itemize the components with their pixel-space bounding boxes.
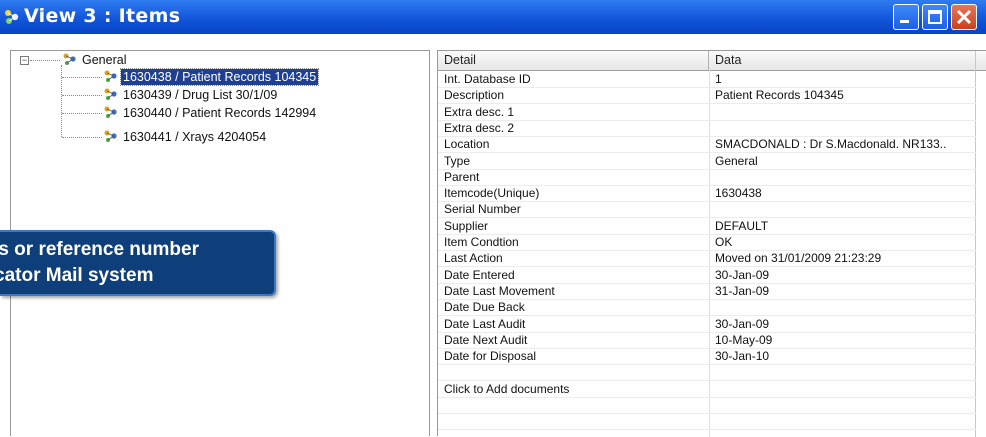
data-cell: 10-May-09 [715, 332, 773, 347]
detail-cell: Date Due Back [444, 300, 525, 315]
table-row[interactable]: Parent [438, 169, 976, 186]
annotation-callout: ts or reference number cator Mail system [0, 230, 276, 296]
item-node-icon [104, 70, 117, 82]
items-node-icon [5, 10, 19, 24]
tree-connector [30, 60, 60, 61]
data-cell: 1630438 [715, 186, 762, 201]
column-header-detail[interactable]: Detail [438, 51, 709, 70]
tree-item[interactable]: 1630438 / Patient Records 104345 [104, 68, 320, 86]
tree-connector [62, 137, 102, 138]
table-row[interactable]: Last Action Moved on 31/01/2009 21:23:29 [438, 250, 976, 268]
window-title: View 3 : Items [24, 5, 181, 27]
tree-connector [62, 77, 102, 78]
table-row[interactable]: Type General [438, 153, 976, 170]
table-row[interactable]: Date Next Audit 10-May-09 [438, 332, 976, 349]
detail-cell: Item Condtion [444, 235, 519, 249]
tree-connector [62, 113, 102, 114]
detail-cell: Date Entered [444, 267, 515, 282]
minimize-button[interactable] [893, 4, 919, 30]
table-row[interactable]: Description Patient Records 104345 [438, 87, 976, 105]
close-icon [956, 9, 972, 25]
detail-cell: Int. Database ID [444, 72, 531, 86]
data-cell: 30-Jan-10 [715, 349, 770, 364]
tree-item[interactable]: 1630439 / Drug List 30/1/09 [104, 87, 279, 103]
detail-cell: Date Last Audit [444, 316, 526, 331]
window-title-bar[interactable]: View 3 : Items [0, 0, 986, 34]
detail-cell: Extra desc. 1 [444, 104, 515, 119]
table-row[interactable]: Date Last Movement 31-Jan-09 [438, 283, 976, 300]
data-cell: General [715, 153, 758, 168]
column-header-data[interactable]: Data [709, 51, 976, 70]
detail-cell: Extra desc. 2 [444, 120, 515, 135]
detail-cell: Date Last Movement [444, 283, 555, 298]
table-row[interactable]: Location SMACDONALD : Dr S.Macdonald. NR1… [438, 136, 976, 154]
tree-item-label: 1630440 / Patient Records 142994 [123, 106, 317, 120]
detail-cell: Type [444, 153, 471, 168]
table-row[interactable]: Extra desc. 2 [438, 120, 976, 137]
table-row[interactable]: Serial Number [438, 201, 976, 219]
callout-line-1: ts or reference number [0, 239, 199, 260]
detail-cell: Serial Number [444, 202, 521, 217]
group-node-icon [63, 53, 76, 65]
detail-cell: Date Next Audit [444, 332, 528, 347]
grid-header: Detail Data [438, 51, 986, 71]
data-cell: OK [715, 235, 733, 249]
tree-item[interactable]: 1630440 / Patient Records 142994 [104, 105, 318, 121]
item-node-icon [104, 106, 117, 118]
table-row[interactable]: Date Entered 30-Jan-09 [438, 267, 976, 284]
tree-root-general[interactable]: General [63, 52, 128, 68]
maximize-icon [928, 10, 942, 24]
data-cell: 30-Jan-09 [715, 267, 770, 282]
table-row[interactable]: Date Last Audit 30-Jan-09 [438, 316, 976, 333]
data-cell: Moved on 31/01/2009 21:23:29 [715, 251, 882, 266]
callout-line-2: cator Mail system [0, 265, 154, 286]
detail-grid[interactable]: Detail Data Int. Database ID 1 Description… [437, 50, 986, 437]
item-node-icon [104, 130, 117, 142]
detail-cell: Last Action [444, 251, 503, 266]
detail-cell: Itemcode(Unique) [444, 186, 540, 201]
data-cell: SMACDONALD : Dr S.Macdonald. NR133.. [715, 137, 947, 152]
table-row[interactable]: Extra desc. 1 [438, 104, 976, 121]
minimize-icon [900, 20, 909, 23]
table-row[interactable]: Item Condtion OK [438, 234, 976, 251]
tree-connector [62, 95, 102, 96]
table-row[interactable]: Date for Disposal 30-Jan-10 [438, 348, 976, 366]
detail-cell: Date for Disposal [444, 349, 537, 364]
close-button[interactable] [951, 4, 977, 30]
data-cell: Patient Records 104345 [715, 88, 844, 103]
detail-cell: Parent [444, 169, 480, 184]
collapse-icon[interactable]: − [20, 56, 29, 65]
table-row[interactable]: Int. Database ID 1 [438, 71, 976, 88]
table-row[interactable] [438, 413, 976, 431]
data-cell: 1 [715, 72, 722, 86]
detail-cell: Description [444, 88, 505, 103]
tree-item-label: 1630438 / Patient Records 104345 [119, 68, 320, 86]
tree-connector [61, 65, 62, 137]
table-row[interactable]: Click to Add documents [438, 381, 976, 398]
tree-item-label: 1630439 / Drug List 30/1/09 [123, 88, 278, 102]
data-cell: DEFAULT [715, 218, 769, 233]
detail-cell: Location [444, 137, 490, 152]
maximize-button[interactable] [922, 4, 948, 30]
table-row[interactable]: Supplier DEFAULT [438, 218, 976, 235]
table-row[interactable] [438, 397, 976, 414]
tree-item[interactable]: 1630441 / Xrays 4204054 [104, 129, 268, 145]
table-row[interactable]: Itemcode(Unique) 1630438 [438, 185, 976, 203]
data-cell: 30-Jan-09 [715, 316, 770, 331]
data-cell: 31-Jan-09 [715, 283, 770, 298]
tree-root-label: General [82, 53, 127, 67]
table-row[interactable]: Date Due Back [438, 299, 976, 317]
detail-cell: Supplier [444, 218, 489, 233]
table-row[interactable] [438, 364, 976, 382]
detail-cell: Click to Add documents [444, 381, 570, 396]
item-node-icon [104, 88, 117, 100]
tree-item-label: 1630441 / Xrays 4204054 [123, 130, 267, 144]
